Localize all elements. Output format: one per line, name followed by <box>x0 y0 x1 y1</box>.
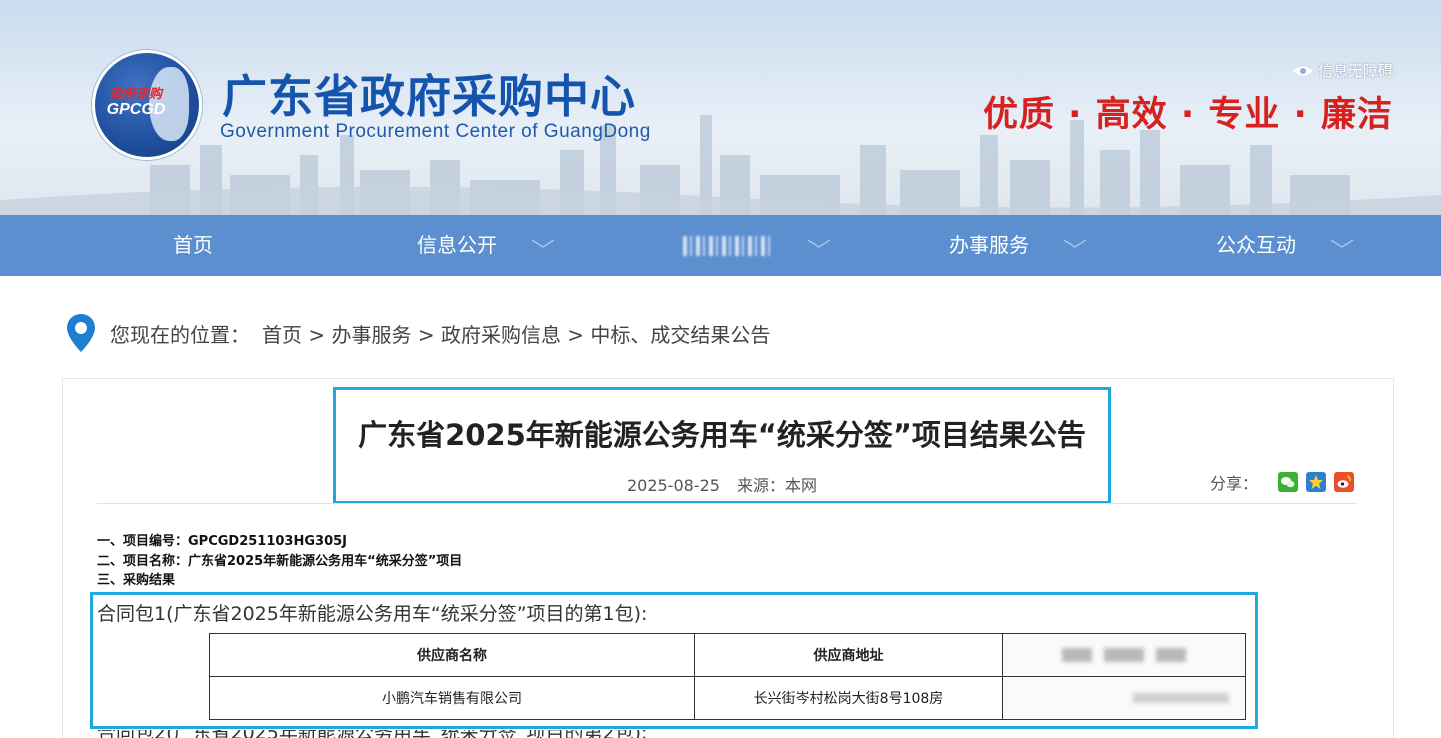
article-meta: 2025-08-25 来源：本网 <box>336 472 1108 496</box>
chevron-down-icon <box>807 239 831 248</box>
nav-item-label: 信息公开 <box>417 233 497 257</box>
nav-item-info-disclosure[interactable]: 信息公开 <box>417 215 555 276</box>
header-banner: 政府采购 GPCGD 广东省政府采购中心 Government Procurem… <box>0 0 1441 215</box>
share-bar: 分享： <box>1210 470 1355 494</box>
main-nav: 首页 信息公开 办事服务 公众互动 <box>0 215 1441 276</box>
header-divider <box>97 503 1357 504</box>
gpcgd-logo[interactable]: 政府采购 GPCGD <box>92 50 202 160</box>
site-title[interactable]: 广东省政府采购中心 <box>222 60 636 125</box>
eye-icon <box>1292 66 1313 76</box>
wechat-icon[interactable] <box>1278 472 1299 492</box>
chevron-down-icon <box>1330 239 1354 248</box>
chevron-down-icon <box>531 239 555 248</box>
nav-item-label: 首页 <box>173 233 213 257</box>
table-header: 供应商名称 <box>209 633 695 677</box>
table-header-redacted <box>1002 633 1246 677</box>
breadcrumb: 您现在的位置： 首页 > 办事服务 > 政府采购信息 > 中标、成交结果公告 <box>66 313 770 353</box>
next-contract-package-label: 合同包2(广东省2025年新能源公务用车“统采分签”项目的第2包): <box>97 730 647 738</box>
project-name: 二、项目名称：广东省2025年新能源公务用车“统采分签”项目 <box>97 554 463 569</box>
procurement-result-heading: 三、采购结果 <box>97 573 176 588</box>
table-cell-redacted <box>1002 676 1246 720</box>
supplier-address: 长兴街岑村松岗大街8号108房 <box>694 676 1003 720</box>
redacted-label <box>683 236 771 256</box>
article-date: 2025-08-25 <box>626 476 720 495</box>
share-label: 分享： <box>1210 474 1259 493</box>
table-row: 小鹏汽车销售有限公司 长兴街岑村松岗大街8号108房 <box>209 676 1246 720</box>
accessibility-link[interactable]: 信息无障碍 <box>1292 60 1393 81</box>
chevron-down-icon <box>1063 239 1087 248</box>
table-header: 供应商地址 <box>694 633 1003 677</box>
site-subtitle: Government Procurement Center of GuangDo… <box>220 121 651 142</box>
supplier-table: 供应商名称 供应商地址 小鹏汽车销售有限公司 长兴街岑村松岗大街8号108房 <box>209 633 1246 720</box>
table-header-row: 供应商名称 供应商地址 <box>209 633 1246 677</box>
nav-item-home[interactable]: 首页 <box>173 215 213 276</box>
nav-item-label: 办事服务 <box>949 233 1029 257</box>
weibo-icon[interactable] <box>1334 472 1355 492</box>
supplier-name: 小鹏汽车销售有限公司 <box>209 676 695 720</box>
logo-text-cn: 政府采购 <box>109 87 162 102</box>
article-source: 来源：本网 <box>737 476 818 495</box>
motto-slogan: 优质 · 高效 · 专业 · 廉洁 <box>983 95 1393 135</box>
qzone-icon[interactable] <box>1306 472 1327 492</box>
article-title: 广东省2025年新能源公务用车“统采分签”项目结果公告 <box>358 418 1086 452</box>
location-pin-icon <box>67 314 95 352</box>
accessibility-label: 信息无障碍 <box>1317 62 1393 80</box>
next-contract-label-text: 合同包2(广东省2025年新能源公务用车“统采分签”项目的第2包): <box>97 730 647 738</box>
breadcrumb-path[interactable]: 首页 > 办事服务 > 政府采购信息 > 中标、成交结果公告 <box>262 319 770 348</box>
nav-item-services[interactable]: 办事服务 <box>949 215 1087 276</box>
breadcrumb-prefix: 您现在的位置： <box>110 322 250 347</box>
nav-item-redacted[interactable] <box>683 215 831 276</box>
logo-text-en: GPCGD <box>106 101 166 118</box>
project-number: 一、项目编号：GPCGD251103HG305J <box>97 534 347 549</box>
nav-item-label: 公众互动 <box>1216 233 1296 257</box>
contract-package-label: 合同包1(广东省2025年新能源公务用车“统采分签”项目的第1包): <box>97 603 648 625</box>
nav-item-public-interaction[interactable]: 公众互动 <box>1216 215 1354 276</box>
article-header-highlight: 广东省2025年新能源公务用车“统采分签”项目结果公告 2025-08-25 来… <box>333 387 1111 504</box>
